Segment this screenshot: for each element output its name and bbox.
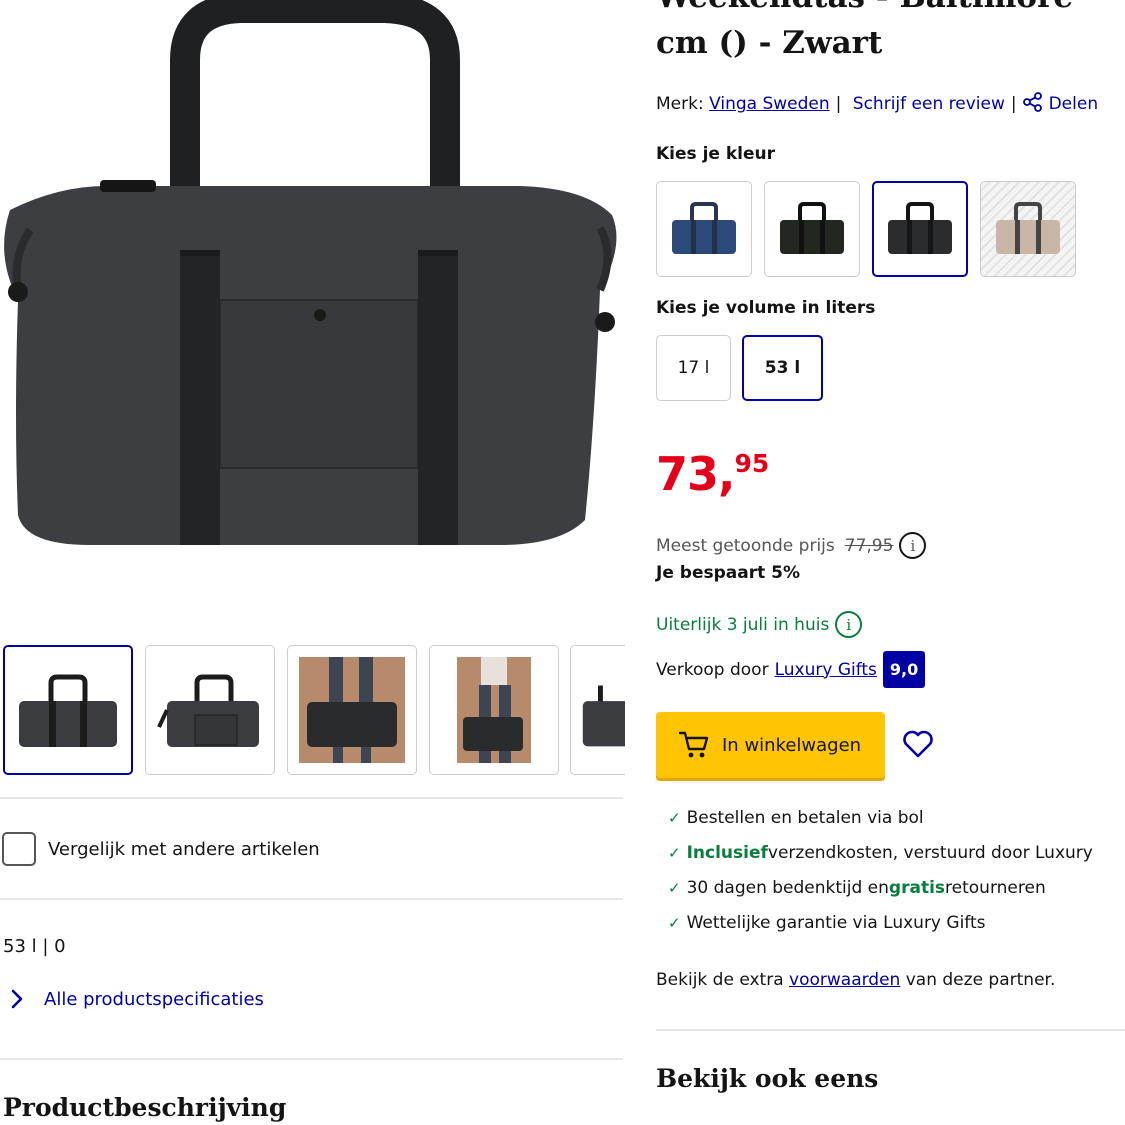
- brand-label: Merk:: [656, 94, 704, 114]
- terms-post: van deze partner.: [905, 970, 1056, 990]
- thumbnail-3[interactable]: [287, 645, 417, 775]
- price-cents: 95: [734, 449, 770, 478]
- divider: [0, 1058, 623, 1060]
- delivery-text: Uiterlijk 3 juli in huis: [656, 614, 830, 635]
- product-title-line1: Weekendtas - Baltimore: [656, 0, 1125, 20]
- divider: [656, 1029, 1125, 1031]
- product-title: Weekendtas - Baltimore cm () - Zwart: [656, 0, 1125, 66]
- compare-option[interactable]: Vergelijk met andere artikelen: [2, 832, 320, 866]
- all-specs-link[interactable]: Alle productspecificaties: [10, 988, 264, 1010]
- bag-thumbnail-icon: [996, 202, 1060, 254]
- check-icon: ✓: [668, 844, 681, 862]
- usp-list: ✓ Bestellen en betalen via bol ✓ Inclusief…: [668, 801, 1093, 941]
- product-title-line2: cm () - Zwart: [656, 25, 883, 61]
- all-specs-label: Alle productspecificaties: [44, 988, 264, 1010]
- terms-link[interactable]: voorwaarden: [789, 970, 900, 990]
- usp-item: ✓ Wettelijke garantie via Luxury Gifts: [668, 906, 1093, 941]
- seller-label: Verkoop door: [656, 659, 769, 680]
- color-picker-label: Kies je kleur: [656, 144, 775, 164]
- price: 73,95: [656, 446, 769, 502]
- volume-option-53[interactable]: 53 l: [742, 335, 823, 401]
- delivery-info-icon[interactable]: i: [835, 611, 863, 638]
- check-icon: ✓: [668, 879, 681, 897]
- delivery-info: Uiterlijk 3 juli in huis i: [656, 611, 863, 638]
- share-button[interactable]: Delen: [1022, 92, 1099, 114]
- check-icon: ✓: [668, 809, 681, 827]
- partner-terms: Bekijk de extra voorwaarden van deze par…: [656, 970, 1055, 990]
- bag-thumbnail-icon: [157, 674, 259, 747]
- separator: |: [1010, 94, 1017, 114]
- divider: [0, 797, 623, 799]
- spec-summary: 53 l | 0: [3, 936, 66, 957]
- most-shown-price-value: 77,95: [844, 535, 894, 556]
- thumbnail-1[interactable]: [3, 645, 133, 775]
- bag-thumbnail-icon: [672, 202, 736, 254]
- most-shown-price: Meest getoonde prijs 77,95 i: [656, 532, 927, 559]
- compare-label: Vergelijk met andere artikelen: [48, 838, 320, 860]
- bag-thumbnail-icon: [19, 674, 117, 747]
- price-euros: 73,: [656, 447, 735, 501]
- thumbnail-5-partial[interactable]: [570, 645, 625, 775]
- bag-thumbnail-icon: [582, 685, 625, 747]
- bag-thumbnail-icon: [888, 202, 952, 254]
- bag-thumbnail-icon: [780, 202, 844, 254]
- divider: [0, 898, 623, 900]
- share-label: Delen: [1048, 94, 1099, 114]
- color-swatch-beige[interactable]: [980, 181, 1076, 277]
- seller-info: Verkoop door Luxury Gifts 9,0: [656, 651, 926, 688]
- usp-item: ✓ Inclusief verzendkosten, verstuurd door…: [668, 836, 1093, 871]
- product-main-image[interactable]: [0, 0, 625, 560]
- check-icon: ✓: [668, 914, 681, 932]
- write-review-link[interactable]: Schrijf een review: [853, 94, 1005, 114]
- seller-rating-badge: 9,0: [882, 651, 926, 688]
- thumbnail-4[interactable]: [429, 645, 559, 775]
- also-see-heading: Bekijk ook eens: [656, 1064, 879, 1093]
- volume-picker-label: Kies je volume in liters: [656, 298, 876, 318]
- add-to-cart-button[interactable]: In winkelwagen: [656, 712, 885, 778]
- color-swatch-blue[interactable]: [656, 181, 752, 277]
- volume-option-17[interactable]: 17 l: [656, 335, 731, 401]
- chevron-right-icon: [11, 989, 23, 1009]
- wishlist-heart-icon[interactable]: [901, 727, 935, 761]
- separator: |: [835, 94, 842, 114]
- terms-pre: Bekijk de extra: [656, 970, 784, 990]
- lifestyle-photo-icon: [299, 657, 405, 763]
- usp-item: ✓ Bestellen en betalen via bol: [668, 801, 1093, 836]
- info-icon[interactable]: i: [899, 532, 927, 559]
- most-shown-price-label: Meest getoonde prijs: [656, 535, 835, 556]
- usp-item: ✓ 30 dagen bedenktijd en gratis retourner…: [668, 871, 1093, 906]
- saving-text: Je bespaart 5%: [656, 563, 800, 583]
- brand-line: Merk: Vinga Sweden | Schrijf een review | D…: [656, 92, 1098, 114]
- seller-link[interactable]: Luxury Gifts: [775, 660, 877, 680]
- lifestyle-photo-icon: [457, 657, 531, 763]
- cart-icon: [678, 731, 709, 758]
- share-icon: [1022, 92, 1042, 112]
- thumbnail-2[interactable]: [145, 645, 275, 775]
- compare-checkbox[interactable]: [2, 832, 36, 866]
- brand-link[interactable]: Vinga Sweden: [709, 94, 830, 114]
- description-heading: Productbeschrijving: [3, 1093, 287, 1122]
- color-swatch-black[interactable]: [872, 181, 968, 277]
- color-swatch-dark-green[interactable]: [764, 181, 860, 277]
- add-to-cart-label: In winkelwagen: [722, 734, 862, 756]
